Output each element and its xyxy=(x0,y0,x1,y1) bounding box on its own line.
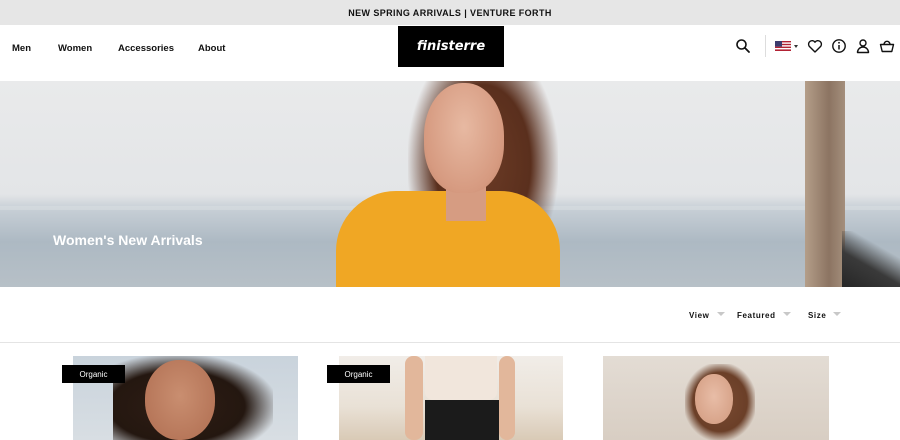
announcement-bar: NEW SPRING ARRIVALS | VENTURE FORTH xyxy=(0,0,900,25)
announcement-text: NEW SPRING ARRIVALS | VENTURE FORTH xyxy=(348,7,552,18)
hero-banner[interactable]: Women's New Arrivals xyxy=(0,81,900,287)
chevron-down-icon xyxy=(782,312,791,316)
flag-us-icon[interactable] xyxy=(775,40,799,52)
search-icon[interactable] xyxy=(735,38,751,54)
nav-accessories[interactable]: Accessories xyxy=(118,43,174,54)
product-card[interactable] xyxy=(603,356,829,440)
info-icon[interactable] xyxy=(831,38,847,54)
basket-icon[interactable] xyxy=(879,38,895,54)
product-image-shorts xyxy=(425,400,499,440)
hero-wooden-post xyxy=(805,81,845,287)
logo[interactable]: finisterre xyxy=(398,26,504,67)
header-divider xyxy=(765,35,766,57)
product-image-arm xyxy=(405,356,423,440)
filter-sort[interactable]: Featured xyxy=(737,311,791,320)
product-badge: Organic xyxy=(327,365,390,383)
nav-about[interactable]: About xyxy=(198,43,225,54)
hero-model-face xyxy=(424,83,504,193)
product-image-face xyxy=(695,374,733,424)
product-image-top xyxy=(425,356,497,400)
heart-icon[interactable] xyxy=(807,38,823,54)
product-image-face xyxy=(145,360,215,440)
account-icon[interactable] xyxy=(855,38,871,54)
site-header: Men Women Accessories About finisterre xyxy=(0,25,900,81)
chevron-down-icon xyxy=(716,312,725,316)
filter-size-label: Size xyxy=(808,311,827,320)
hero-title: Women's New Arrivals xyxy=(53,232,203,248)
nav-men[interactable]: Men xyxy=(12,43,31,54)
product-badge: Organic xyxy=(62,365,125,383)
filter-view-label: View xyxy=(689,311,710,320)
logo-text: finisterre xyxy=(416,39,486,54)
chevron-down-icon xyxy=(833,312,842,316)
nav-women[interactable]: Women xyxy=(58,43,92,54)
filter-sort-label: Featured xyxy=(737,311,776,320)
filter-size[interactable]: Size xyxy=(808,311,842,320)
hero-branch xyxy=(842,231,900,287)
product-image-arm xyxy=(499,356,515,440)
filter-view[interactable]: View xyxy=(689,311,725,320)
filter-bar: View Featured Size xyxy=(0,287,900,343)
